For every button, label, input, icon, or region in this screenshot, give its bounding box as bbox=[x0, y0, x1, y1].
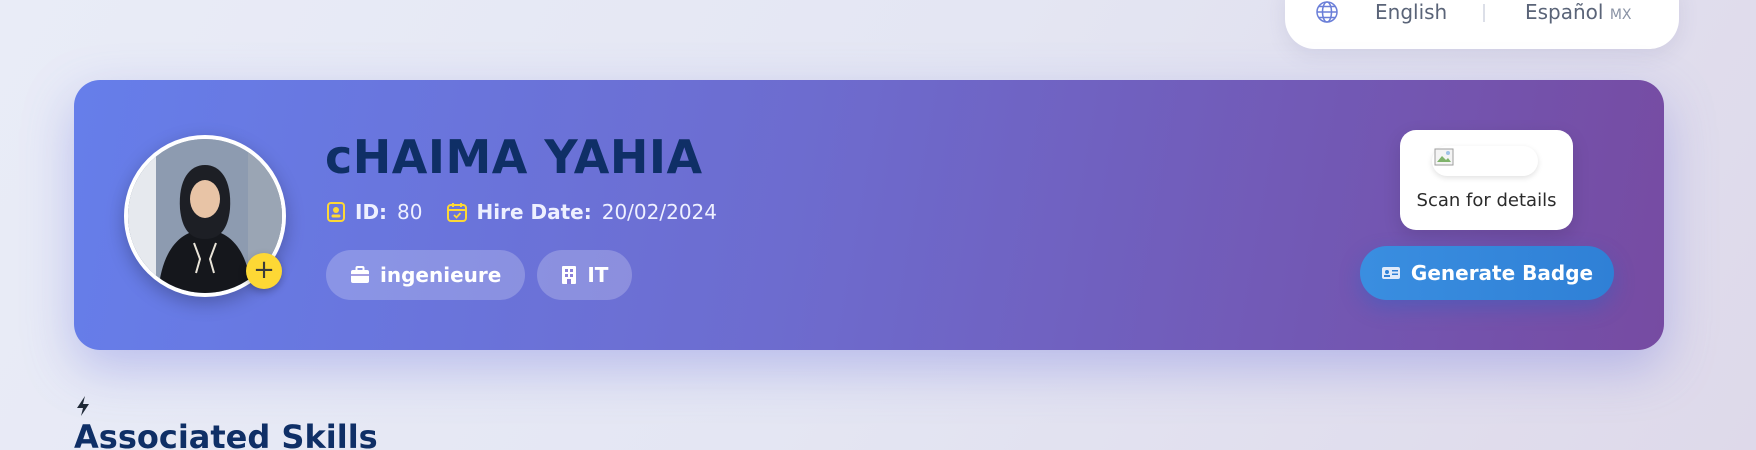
qr-code-box: Scan for details bbox=[1400, 130, 1573, 230]
id-card-icon bbox=[327, 202, 345, 222]
profile-card: + cHAIMA YAHIA ID: 80 Hire Date: 20/02/2… bbox=[74, 80, 1664, 350]
skills-heading: Associated Skills bbox=[74, 418, 378, 450]
hire-date-label: Hire Date: bbox=[476, 200, 592, 224]
language-option-spanish[interactable]: Español MX bbox=[1525, 0, 1632, 24]
broken-image-icon bbox=[1434, 148, 1454, 166]
language-option-english[interactable]: English bbox=[1375, 0, 1447, 24]
id-label: ID: bbox=[355, 200, 388, 224]
building-icon bbox=[562, 266, 577, 284]
generate-badge-label: Generate Badge bbox=[1410, 261, 1594, 285]
spanish-label: Español bbox=[1525, 0, 1604, 24]
language-switcher: English Español MX bbox=[1285, 0, 1679, 49]
qr-caption: Scan for details bbox=[1416, 190, 1557, 211]
position-label: ingenieure bbox=[380, 263, 502, 287]
id-value: 80 bbox=[397, 200, 423, 224]
badge-icon bbox=[1381, 267, 1400, 279]
calendar-icon bbox=[446, 203, 467, 222]
department-label: IT bbox=[587, 263, 609, 287]
position-tag: ingenieure bbox=[326, 250, 526, 300]
department-tag: IT bbox=[537, 250, 633, 300]
spanish-region: MX bbox=[1609, 7, 1632, 23]
employee-meta: ID: 80 Hire Date: 20/02/2024 bbox=[327, 200, 741, 224]
language-divider bbox=[1483, 4, 1485, 22]
employee-tags: ingenieure IT bbox=[326, 250, 633, 300]
qr-code-image bbox=[1432, 146, 1538, 176]
avatar-container: + bbox=[124, 135, 286, 297]
employee-name: cHAIMA YAHIA bbox=[325, 130, 703, 184]
generate-badge-button[interactable]: Generate Badge bbox=[1360, 246, 1614, 300]
add-photo-button[interactable]: + bbox=[246, 253, 282, 289]
bolt-icon bbox=[77, 396, 89, 416]
briefcase-icon bbox=[351, 266, 369, 283]
globe-icon bbox=[1316, 1, 1338, 23]
hire-date-value: 20/02/2024 bbox=[601, 200, 717, 224]
